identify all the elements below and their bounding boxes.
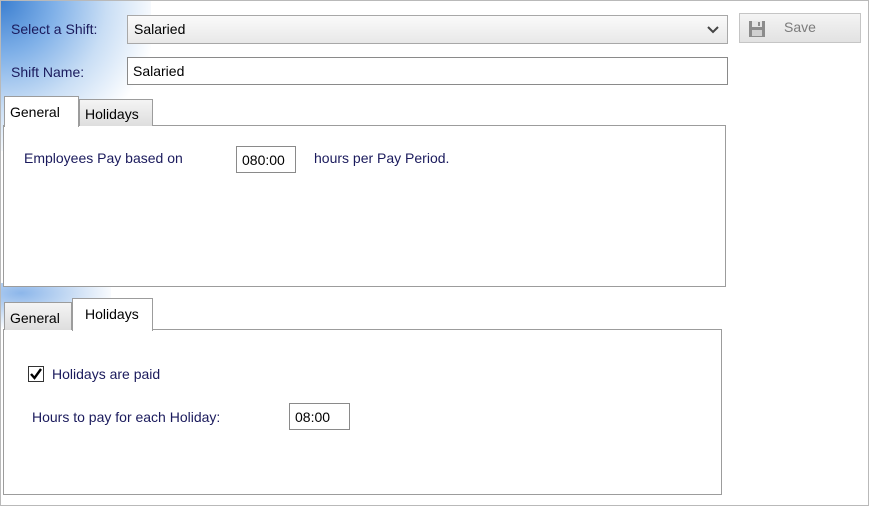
- save-button[interactable]: Save: [739, 13, 861, 43]
- tab-general-top-label: General: [10, 104, 60, 120]
- pay-hours-input[interactable]: 080:00: [236, 146, 296, 173]
- floppy-disk-icon: [749, 21, 765, 37]
- shift-select-dropdown[interactable]: Salaried: [127, 15, 728, 44]
- tab-general-bottom[interactable]: General: [4, 302, 72, 330]
- hours-per-period-label: hours per Pay Period.: [314, 150, 450, 166]
- shift-name-input[interactable]: Salaried: [127, 57, 728, 85]
- pay-hours-value: 080:00: [242, 152, 285, 168]
- shift-select-value: Salaried: [134, 21, 186, 37]
- shift-name-label: Shift Name:: [11, 64, 85, 80]
- tab-holidays-bottom[interactable]: Holidays: [72, 298, 153, 331]
- holiday-hours-input[interactable]: 08:00: [289, 403, 350, 430]
- shift-editor-window: Select a Shift: Salaried Save Shift Name…: [0, 0, 869, 506]
- holidays-paid-label: Holidays are paid: [52, 366, 161, 382]
- holiday-hours-label: Hours to pay for each Holiday:: [32, 409, 221, 425]
- tab-holidays-bottom-label: Holidays: [85, 306, 139, 322]
- pay-based-label: Employees Pay based on: [24, 150, 183, 166]
- holiday-hours-value: 08:00: [295, 409, 331, 425]
- tab-general-top[interactable]: General: [4, 96, 79, 127]
- chevron-down-icon: [707, 26, 719, 34]
- holidays-paid-checkbox[interactable]: [28, 366, 44, 382]
- tab-holidays-top-label: Holidays: [85, 106, 139, 122]
- general-panel: Employees Pay based on 080:00 hours per …: [3, 125, 726, 287]
- tab-general-bottom-label: General: [10, 310, 60, 326]
- shift-name-value: Salaried: [133, 63, 185, 79]
- tab-holidays-top[interactable]: Holidays: [79, 99, 153, 126]
- holidays-panel: Holidays are paid Hours to pay for each …: [3, 329, 722, 495]
- select-shift-label: Select a Shift:: [11, 21, 98, 37]
- save-button-label: Save: [784, 19, 816, 35]
- checkmark-icon: [30, 368, 42, 380]
